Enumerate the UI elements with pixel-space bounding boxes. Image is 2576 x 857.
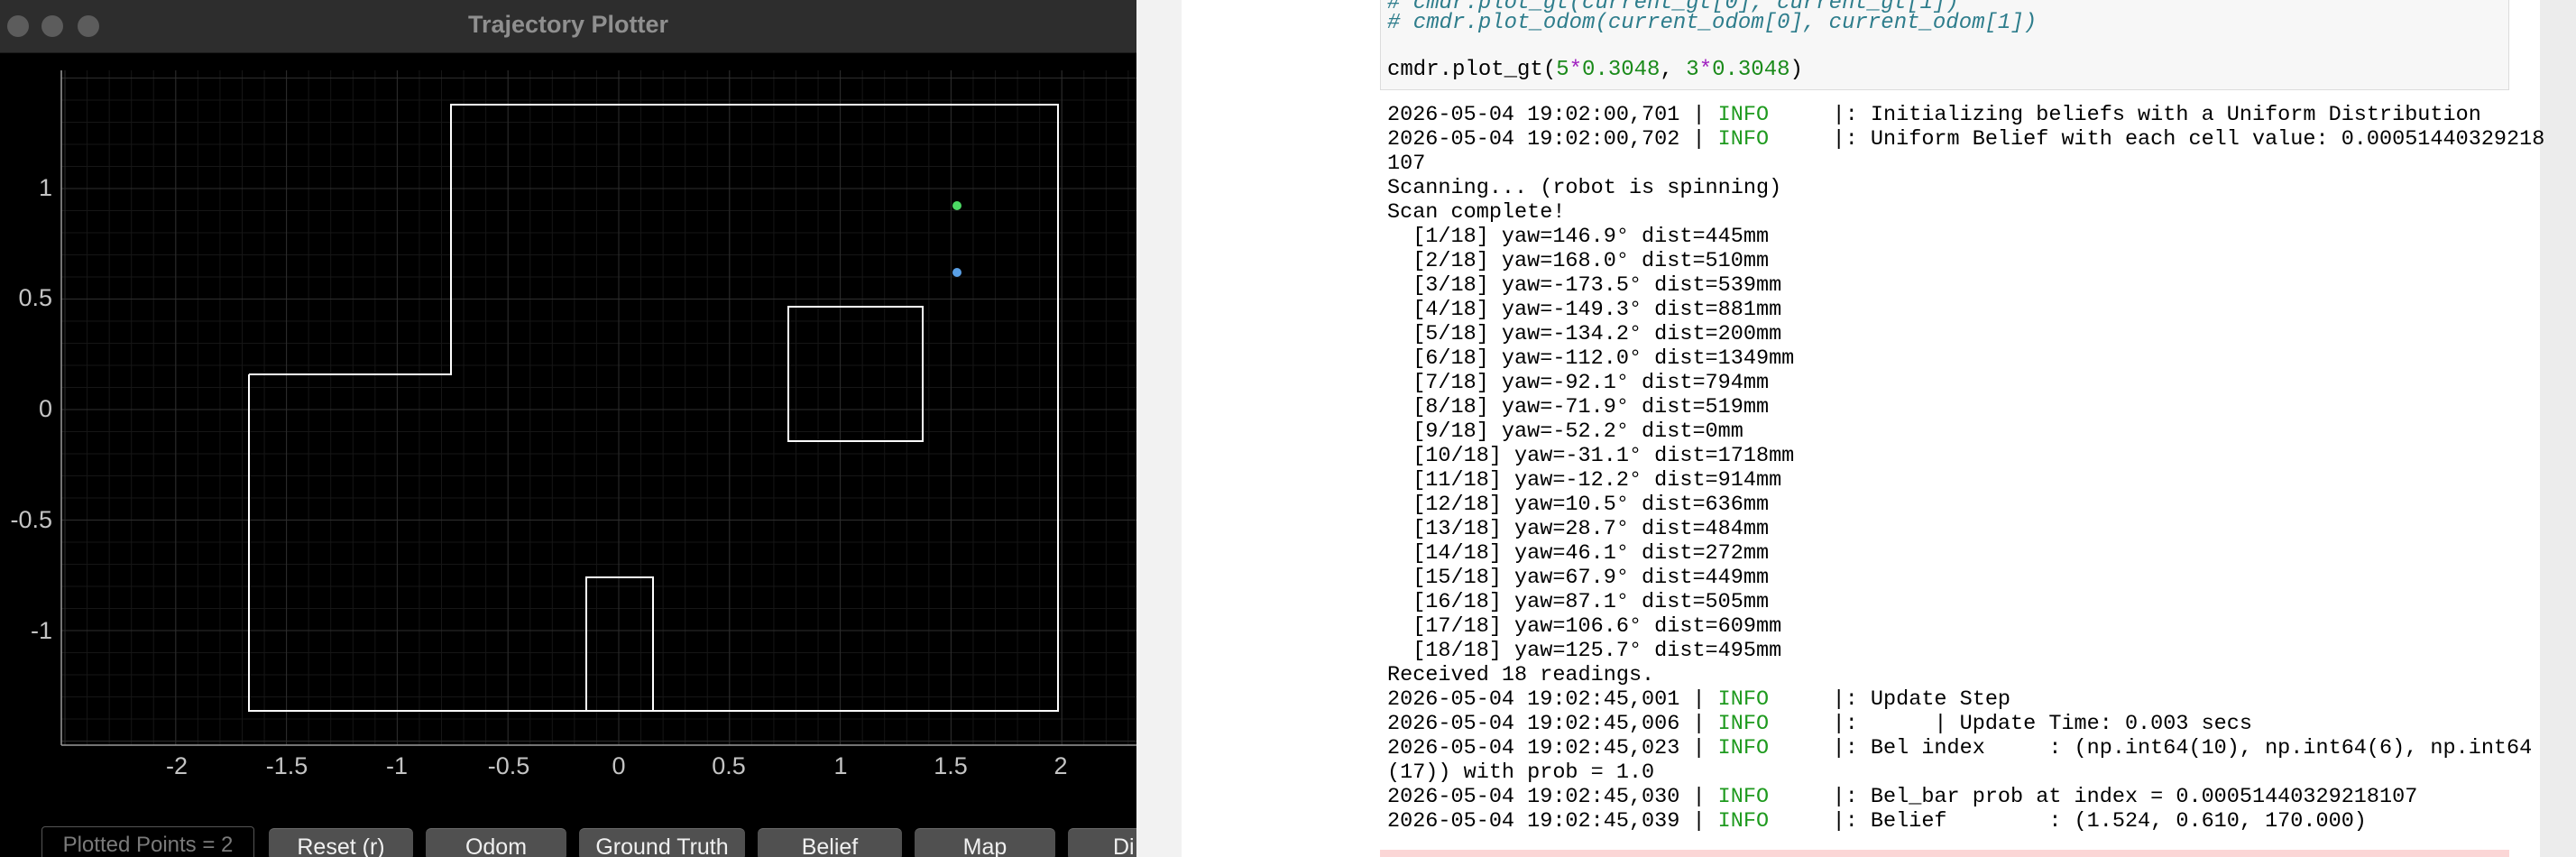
plot-grid-major	[61, 70, 1136, 745]
log-timestamp: 2026-05-04 19:02:45,006 |	[1387, 712, 1718, 736]
code-number: 3	[1686, 58, 1699, 82]
code-number: 0.3048	[1582, 58, 1661, 82]
log-message: |: Update Step	[1769, 687, 2011, 712]
log-level: INFO	[1717, 127, 1770, 152]
scan-reading: [3/18] yaw=-173.5° dist=539mm	[1387, 273, 1782, 298]
scan-reading: [2/18] yaw=168.0° dist=510mm	[1387, 249, 1770, 273]
plotted-points-counter: Plotted Points = 2	[41, 826, 254, 857]
log-timestamp: 2026-05-04 19:02:45,023 |	[1387, 736, 1718, 760]
x-tick-label: -1	[386, 752, 408, 779]
y-tick-labels: 1 0.5 0 -0.5 -1	[10, 174, 52, 644]
log-line: 2026-05-04 19:02:45,006 | INFO |: | Upda…	[1387, 712, 2252, 736]
log-level: INFO	[1717, 809, 1770, 834]
output-line: Received 18 readings.	[1387, 663, 1655, 687]
y-tick-label: 0.5	[18, 284, 52, 311]
x-tick-label: 0	[612, 752, 625, 779]
log-wrap: 107	[1387, 152, 1426, 176]
scan-reading: [18/18] yaw=125.7° dist=495mm	[1387, 639, 1782, 663]
x-tick-label: 1.5	[934, 752, 968, 779]
dist-button[interactable]: Di	[1068, 828, 1136, 857]
log-timestamp: 2026-05-04 19:02:45,030 |	[1387, 785, 1718, 809]
odom-point	[952, 268, 961, 277]
log-line: 2026-05-04 19:02:00,702 | INFO |: Unifor…	[1387, 127, 2544, 152]
log-line: 2026-05-04 19:02:45,023 | INFO |: Bel in…	[1387, 736, 2532, 760]
scan-reading: [14/18] yaw=46.1° dist=272mm	[1387, 541, 1770, 566]
log-message: |: | Update Time: 0.003 secs	[1769, 712, 2252, 736]
window-titlebar: Trajectory Plotter	[0, 0, 1136, 53]
log-line: 2026-05-04 19:02:45,030 | INFO |: Bel_ba…	[1387, 785, 2417, 809]
log-line: 2026-05-04 19:02:00,701 | INFO |: Initia…	[1387, 103, 2481, 127]
log-message: |: Bel index : (np.int64(10), np.int64(6…	[1769, 736, 2533, 760]
log-timestamp: 2026-05-04 19:02:45,001 |	[1387, 687, 1718, 712]
log-message: |: Initializing beliefs with a Uniform D…	[1769, 103, 2481, 127]
stderr-output-strip	[1380, 850, 2509, 857]
log-level: INFO	[1717, 736, 1770, 760]
code-token: )	[1789, 58, 1803, 82]
plotter-button-bar: Plotted Points = 2 Reset (r) Odom Ground…	[0, 821, 1136, 857]
scan-reading: [13/18] yaw=28.7° dist=484mm	[1387, 517, 1770, 541]
x-tick-label: 2	[1053, 752, 1067, 779]
window-title: Trajectory Plotter	[467, 11, 669, 38]
scan-reading: [7/18] yaw=-92.1° dist=794mm	[1387, 371, 1770, 395]
scan-reading: [8/18] yaw=-71.9° dist=519mm	[1387, 395, 1770, 419]
map-button[interactable]: Map	[915, 828, 1055, 857]
scan-reading: [12/18] yaw=10.5° dist=636mm	[1387, 493, 1770, 517]
trajectory-plot[interactable]: -2 -1.5 -1 -0.5 0 0.5 1 1.5 2 1 0.5 0 -0…	[0, 52, 1136, 821]
log-level: INFO	[1717, 712, 1770, 736]
scan-reading: [6/18] yaw=-112.0° dist=1349mm	[1387, 346, 1795, 371]
scan-reading: [5/18] yaw=-134.2° dist=200mm	[1387, 322, 1782, 346]
log-level: INFO	[1717, 687, 1770, 712]
code-operator: *	[1698, 58, 1713, 82]
scan-reading: [11/18] yaw=-12.2° dist=914mm	[1387, 468, 1782, 493]
log-line: 2026-05-04 19:02:45,001 | INFO |: Update…	[1387, 687, 2010, 712]
code-token: ,	[1660, 58, 1687, 82]
output-line: Scan complete!	[1387, 200, 1566, 225]
code-token: cmdr.plot_gt(	[1387, 58, 1557, 82]
log-timestamp: 2026-05-04 19:02:00,701 |	[1387, 103, 1718, 127]
x-tick-label: -1.5	[266, 752, 308, 779]
x-tick-label: -2	[166, 752, 188, 779]
notebook-gutter	[1136, 0, 1182, 857]
ground-truth-button[interactable]: Ground Truth	[579, 828, 745, 857]
log-message: |: Uniform Belief with each cell value: …	[1769, 127, 2545, 152]
belief-button[interactable]: Belief	[758, 828, 902, 857]
x-tick-label: 0.5	[712, 752, 746, 779]
code-line: # cmdr.plot_odom(current_odom[0], curren…	[1387, 11, 2038, 35]
code-operator: *	[1569, 58, 1583, 82]
notebook-scroll-edge[interactable]	[2540, 0, 2576, 857]
y-tick-label: -0.5	[10, 506, 52, 533]
reset-button[interactable]: Reset (r)	[269, 828, 413, 857]
log-message: |: Belief : (1.524, 0.610, 170.000)	[1769, 809, 2367, 834]
x-tick-labels: -2 -1.5 -1 -0.5 0 0.5 1 1.5 2	[166, 752, 1068, 779]
y-tick-label: -1	[31, 617, 52, 644]
scan-reading: [16/18] yaw=87.1° dist=505mm	[1387, 590, 1770, 614]
map-box-obstacle	[787, 306, 924, 442]
log-line: 2026-05-04 19:02:45,039 | INFO |: Belief…	[1387, 809, 2367, 834]
log-level: INFO	[1717, 785, 1770, 809]
trajectory-plotter-window: Trajectory Plotter -2 -1.5 -1 -0.5 0 0.5…	[0, 0, 1136, 857]
log-level: INFO	[1717, 103, 1770, 127]
code-number: 5	[1556, 58, 1569, 82]
log-timestamp: 2026-05-04 19:02:45,039 |	[1387, 809, 1718, 834]
scan-reading: [17/18] yaw=106.6° dist=609mm	[1387, 614, 1782, 639]
scan-reading: [10/18] yaw=-31.1° dist=1718mm	[1387, 444, 1795, 468]
ground-truth-point	[952, 201, 961, 210]
scan-reading: [4/18] yaw=-149.3° dist=881mm	[1387, 298, 1782, 322]
code-number: 0.3048	[1712, 58, 1790, 82]
scan-reading: [1/18] yaw=146.9° dist=445mm	[1387, 225, 1770, 249]
scan-reading: [15/18] yaw=67.9° dist=449mm	[1387, 566, 1770, 590]
log-timestamp: 2026-05-04 19:02:00,702 |	[1387, 127, 1718, 152]
scan-reading: [9/18] yaw=-52.2° dist=0mm	[1387, 419, 1743, 444]
x-tick-label: -0.5	[488, 752, 530, 779]
output-line: Scanning... (robot is spinning)	[1387, 176, 1782, 200]
plot-grid-minor	[61, 70, 1136, 745]
log-message: |: Bel_bar prob at index = 0.00051440329…	[1769, 785, 2418, 809]
y-tick-label: 1	[39, 174, 52, 201]
y-tick-label: 0	[39, 395, 52, 422]
log-wrap: (17)) with prob = 1.0	[1387, 760, 1655, 785]
code-line: cmdr.plot_gt(5*0.3048, 3*0.3048)	[1387, 58, 1803, 82]
odom-button[interactable]: Odom	[426, 828, 566, 857]
x-tick-label: 1	[833, 752, 847, 779]
